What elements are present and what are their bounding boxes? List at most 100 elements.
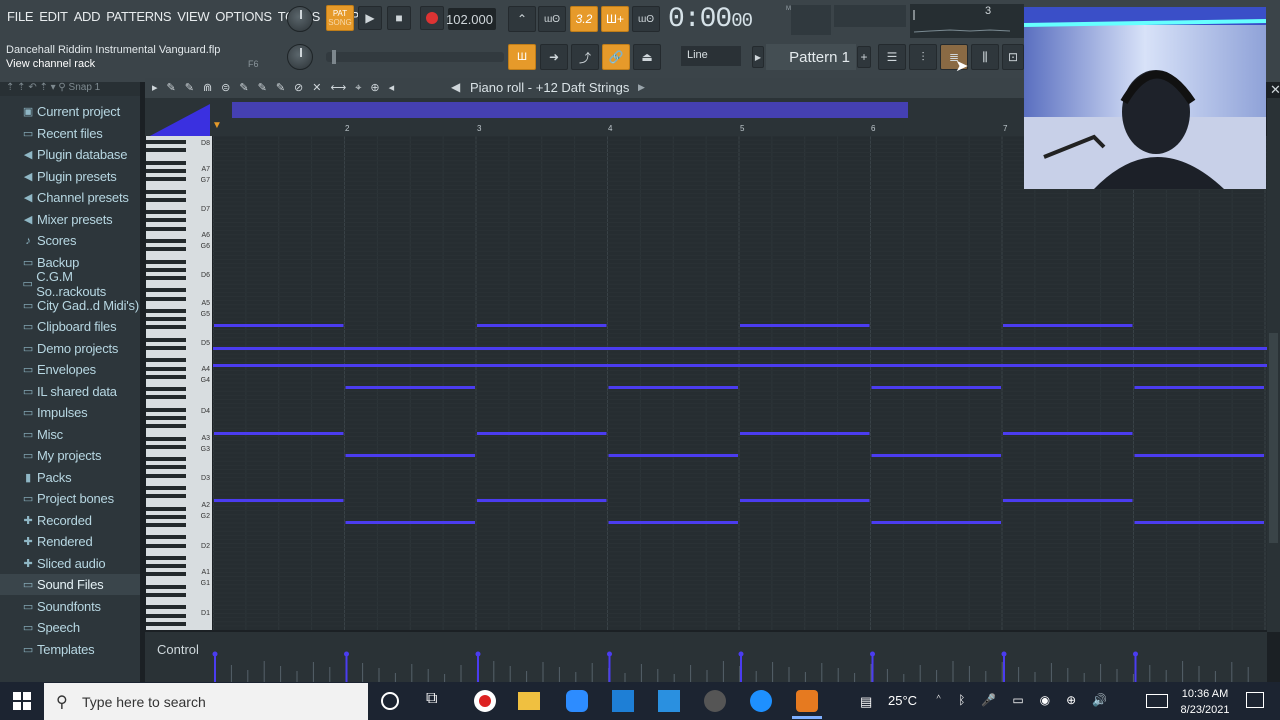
blend-notes-button[interactable]: Ш+ [601, 6, 629, 32]
note[interactable] [1003, 324, 1133, 327]
vertical-scrollbar[interactable] [1267, 98, 1280, 632]
menu-options[interactable]: OPTIONS [212, 9, 274, 24]
note[interactable] [345, 521, 476, 524]
black-key[interactable] [146, 407, 186, 412]
note[interactable] [345, 454, 476, 457]
note[interactable] [871, 386, 1002, 389]
pattern-selector[interactable]: Pattern 1 [766, 44, 856, 70]
piano-roll-tool-button[interactable]: Ш [508, 44, 536, 70]
record-button[interactable] [420, 6, 444, 30]
note[interactable] [740, 499, 870, 502]
black-key[interactable] [146, 424, 186, 429]
playhead-marker-icon[interactable]: ▼ [212, 120, 222, 131]
black-key[interactable] [146, 218, 186, 223]
black-key[interactable] [146, 247, 186, 252]
black-key[interactable] [146, 275, 186, 281]
browser-item[interactable]: ▭ IL shared data [0, 381, 140, 402]
note[interactable] [1134, 521, 1265, 524]
browser-item[interactable]: ◀ Channel presets [0, 187, 140, 208]
pattern-prev-button[interactable]: ▶ [752, 46, 764, 68]
speaker-icon[interactable]: ◀ [451, 80, 460, 94]
zoom-app-icon[interactable] [566, 690, 588, 712]
black-key[interactable] [146, 358, 186, 363]
black-key[interactable] [146, 177, 186, 182]
browser-item[interactable]: ▭ Sound Files [0, 574, 140, 595]
browser-item[interactable]: ▭ C.G.M So..rackouts [0, 269, 140, 299]
velocity-handle[interactable] [607, 651, 612, 657]
notification-icon[interactable] [1246, 692, 1264, 708]
browser-item[interactable]: ▭ Templates [0, 639, 140, 660]
velocity-handle[interactable] [475, 651, 481, 657]
browser-item[interactable]: ▭ Demo projects [0, 338, 140, 359]
cortana-icon[interactable] [381, 692, 399, 710]
velocity-handle[interactable] [1133, 651, 1138, 657]
media-app-icon[interactable] [704, 690, 726, 712]
velocity-handle[interactable] [1001, 651, 1007, 657]
black-key[interactable] [146, 395, 186, 400]
note[interactable] [608, 386, 739, 389]
black-key[interactable] [146, 514, 186, 519]
note[interactable] [214, 499, 344, 502]
note[interactable] [477, 324, 607, 327]
black-key[interactable] [146, 168, 186, 174]
black-key[interactable] [146, 308, 186, 313]
note[interactable] [477, 499, 607, 502]
black-key[interactable] [146, 189, 186, 194]
taskbar-search[interactable]: Type here to search [44, 683, 368, 720]
browser-item[interactable]: ▭ Misc [0, 424, 140, 445]
mixer-button[interactable]: ⫼ [971, 44, 999, 70]
browser-item[interactable]: ◀ Plugin database [0, 144, 140, 165]
link-button[interactable]: 🔗 [602, 44, 630, 70]
browser-item[interactable]: ▭ Clipboard files [0, 316, 140, 337]
black-key[interactable] [146, 415, 186, 421]
black-key[interactable] [146, 148, 186, 153]
note[interactable] [740, 432, 870, 435]
black-key[interactable] [146, 621, 186, 626]
loop-record-button[interactable]: ɯʘ [632, 6, 660, 32]
master-pitch-knob[interactable] [287, 44, 313, 70]
note[interactable] [214, 324, 344, 327]
master-volume-knob[interactable] [287, 6, 313, 32]
note[interactable] [608, 521, 739, 524]
black-key[interactable] [146, 160, 186, 165]
control-label[interactable]: Control [157, 642, 199, 657]
velocity-handle[interactable] [738, 651, 744, 657]
velocity-handle[interactable] [870, 651, 875, 657]
black-key[interactable] [146, 613, 186, 618]
note[interactable] [213, 364, 1267, 367]
black-key[interactable] [146, 288, 186, 293]
piano-roll-tools[interactable]: ▸✎✎⋒⊜✎✎✎⊘✕⟷⌖⊕◂ [152, 81, 403, 95]
menu-patterns[interactable]: PATTERNS [103, 9, 174, 24]
black-key[interactable] [146, 564, 186, 569]
browser-item[interactable]: ▭ Soundfonts [0, 596, 140, 617]
black-key[interactable] [146, 444, 186, 449]
event-editor-panel[interactable] [145, 632, 1267, 682]
slider-handle[interactable] [332, 50, 336, 64]
note[interactable] [214, 432, 344, 435]
browser-item[interactable]: ▭ Speech [0, 617, 140, 638]
black-key[interactable] [146, 572, 186, 577]
note[interactable] [213, 347, 1267, 350]
browser-item[interactable]: ▭ Recent files [0, 123, 140, 144]
black-key[interactable] [146, 337, 186, 342]
browser-item[interactable]: ◀ Mixer presets [0, 209, 140, 230]
black-key[interactable] [146, 140, 186, 145]
black-key[interactable] [146, 485, 186, 491]
fl-studio-icon[interactable] [796, 690, 818, 712]
velocity-handle[interactable] [212, 651, 218, 657]
wait-record-button[interactable]: ɯʘ [538, 6, 566, 32]
browser-item[interactable]: ◀ Plugin presets [0, 166, 140, 187]
menu-add[interactable]: ADD [71, 9, 104, 24]
browser-item[interactable]: ▮ Packs [0, 467, 140, 488]
file-explorer-icon[interactable] [518, 692, 540, 710]
note[interactable] [608, 454, 739, 457]
velocity-handle[interactable] [344, 651, 349, 657]
black-key[interactable] [146, 345, 186, 351]
store-app-icon[interactable] [612, 690, 634, 712]
recorder-app-icon[interactable] [474, 690, 496, 712]
note[interactable] [871, 521, 1002, 524]
add-pattern-button[interactable]: + [857, 46, 871, 68]
black-key[interactable] [146, 259, 186, 264]
black-key[interactable] [146, 296, 186, 301]
taskbar-clock[interactable]: 10:36 AM 8/23/2021 [1174, 686, 1236, 718]
